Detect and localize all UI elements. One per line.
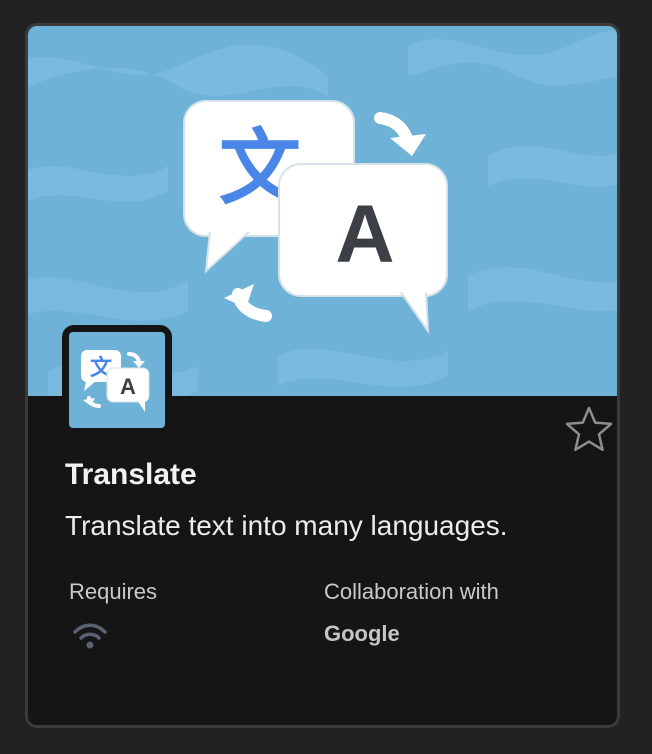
app-card[interactable]: 文 A 文 A Translate Translate text into ma… [25,23,620,728]
collaboration-label: Collaboration with [324,579,499,604]
wifi-icon [73,623,107,649]
app-description: Translate text into many languages. [65,510,508,541]
svg-text:A: A [120,374,136,399]
target-bubble: A [278,163,448,335]
star-outline-icon [565,406,613,452]
target-glyph: A [335,189,394,280]
app-icon: 文 A [62,325,172,435]
arrow-icon [224,284,272,322]
translate-icon: 文 A [69,332,165,428]
collaboration-partner: Google [324,621,400,646]
requires-label: Requires [69,579,158,604]
arrow-icon [374,112,426,156]
favorite-button[interactable] [563,404,615,456]
app-title: Translate [65,458,197,491]
